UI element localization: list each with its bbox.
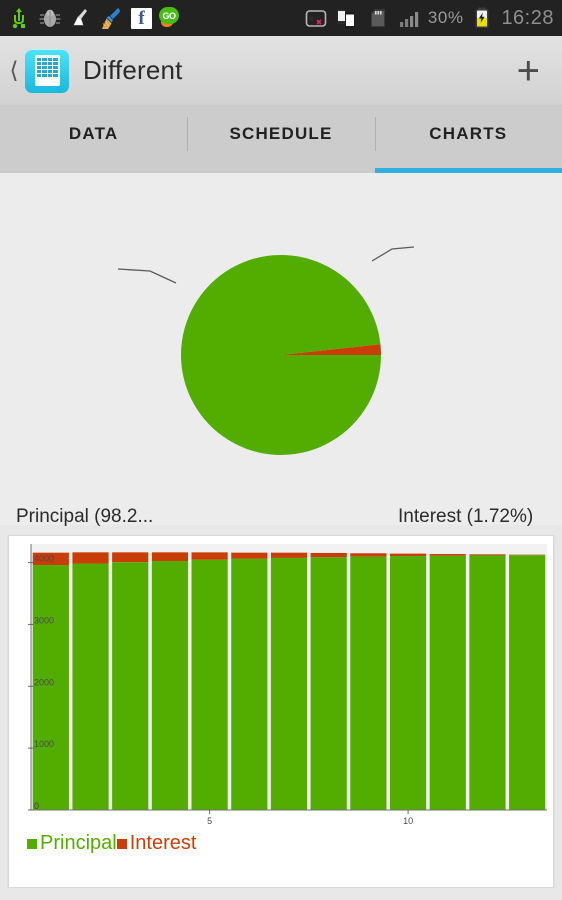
pie-callout-principal: Principal (98.2... — [16, 506, 154, 527]
bar-legend-label-interest: Interest — [129, 832, 197, 854]
status-bar: f GO 30% 16:28 — [0, 0, 562, 36]
status-bar-left-icons: f GO — [0, 6, 182, 30]
bar-legend-swatch-principal — [27, 838, 37, 849]
pie-chart-svg — [117, 246, 415, 455]
svg-text:2000: 2000 — [34, 677, 54, 687]
bar-legend-label-principal: Principal — [40, 832, 117, 854]
status-bar-right-icons: 30% 16:28 — [304, 6, 562, 30]
tab-schedule[interactable]: SCHEDULE — [187, 105, 374, 173]
svg-text:10: 10 — [403, 816, 413, 826]
bar-legend-item-interest: Interest — [116, 832, 197, 855]
facebook-icon: f — [131, 7, 152, 29]
tab-data-label: DATA — [68, 124, 119, 143]
brush-clean-icon — [100, 6, 124, 30]
bar-chart-svg[interactable]: 010002000300040005 100 — [9, 536, 553, 832]
svg-text:0: 0 — [34, 801, 39, 811]
pie-chart-panel: Principal (98.2... Interest (1.72%) Prin… — [0, 173, 562, 666]
svg-text:4000: 4000 — [34, 554, 54, 564]
app-root: f GO 30% 16:28 ⟨ Different + DATA SCHEDU… — [0, 0, 562, 900]
tab-charts[interactable]: CHARTS — [374, 105, 562, 173]
back-chevron-icon[interactable]: ⟨ — [4, 59, 24, 82]
battery-charging-icon — [470, 6, 494, 30]
battery-percent-label: 30% — [427, 8, 464, 27]
action-bar: ⟨ Different + — [0, 36, 562, 105]
pie-leader-line-principal — [117, 268, 177, 284]
tab-schedule-label: SCHEDULE — [229, 124, 333, 143]
pie-chart[interactable]: Principal (98.2... Interest (1.72%) — [0, 173, 562, 527]
tab-bar: DATA SCHEDULE CHARTS — [0, 105, 562, 173]
bug-debug-icon — [38, 6, 62, 30]
bar-chart-card: 0 1000 2000 3000 4000 5 10 0 Principal Interest — [8, 535, 554, 888]
broom-icon — [69, 6, 93, 30]
svg-text:3000: 3000 — [34, 615, 54, 625]
tab-charts-label: CHARTS — [429, 124, 508, 143]
svg-text:5: 5 — [207, 816, 212, 826]
mute-off-icon — [304, 6, 328, 30]
page-title: Different — [83, 55, 183, 85]
bar-legend: Principal Interest — [27, 832, 196, 855]
go-sms-icon: GO — [159, 7, 182, 29]
bar-legend-swatch-interest — [116, 838, 127, 849]
screen-mirroring-icon — [335, 6, 359, 30]
signal-bars-icon — [397, 6, 421, 30]
pie-leader-line-interest — [371, 246, 415, 262]
clock-label: 16:28 — [501, 6, 554, 29]
svg-text:1000: 1000 — [34, 739, 54, 749]
bar-legend-item-principal: Principal — [27, 832, 117, 855]
sd-card-icon — [366, 6, 390, 30]
plus-icon[interactable]: + — [517, 51, 540, 91]
usb-icon — [7, 6, 31, 30]
page-bottom-filler — [0, 888, 562, 900]
calculator-app-icon — [25, 48, 69, 93]
pie-callout-interest: Interest (1.72%) — [398, 506, 534, 527]
tab-data[interactable]: DATA — [0, 105, 187, 173]
